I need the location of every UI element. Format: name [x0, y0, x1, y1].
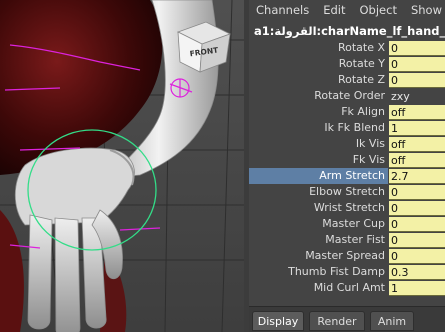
attribute-value-field[interactable]: 0	[389, 41, 445, 56]
viewport-scene[interactable]: FRONT	[0, 0, 244, 332]
attribute-row[interactable]: Rotate Z0	[249, 72, 445, 88]
attribute-value-field[interactable]: 0	[389, 201, 445, 216]
attribute-value-field[interactable]: off	[389, 105, 445, 120]
attribute-row[interactable]: Master Spread 0	[249, 248, 445, 264]
attribute-row[interactable]: Fk Align off	[249, 104, 445, 120]
channel-box-tabbar: Display Render Anim	[249, 306, 445, 332]
finger-1[interactable]	[27, 214, 53, 330]
menu-show[interactable]: Show	[404, 0, 445, 20]
attribute-label[interactable]: Arm Stretch	[249, 168, 388, 184]
menu-channels[interactable]: Channels	[249, 0, 316, 20]
attribute-label[interactable]: Ik Fk Blend	[249, 120, 388, 136]
attribute-label[interactable]: Rotate Z	[249, 72, 388, 88]
channel-box-menubar: Channels Edit Object Show	[249, 0, 445, 20]
attribute-label[interactable]: Rotate Y	[249, 56, 388, 72]
attribute-label[interactable]: Elbow Stretch	[249, 184, 388, 200]
attribute-row[interactable]: Arm Stretch 2.7	[249, 168, 445, 184]
attribute-row[interactable]: Fk Vis off	[249, 152, 445, 168]
attribute-label[interactable]: Master Cup	[249, 216, 388, 232]
attribute-label[interactable]: Rotate X	[249, 40, 388, 56]
attribute-value-field[interactable]: off	[389, 153, 445, 168]
selected-object-name[interactable]: a1:القرولة:charName_lf_hand_ctrl	[249, 23, 445, 40]
attribute-value-field[interactable]: zxy	[389, 89, 445, 104]
attribute-value-field[interactable]: 0	[389, 57, 445, 72]
attribute-label[interactable]: Master Spread	[249, 248, 388, 264]
attribute-row[interactable]: Master Fist 0	[249, 232, 445, 248]
attribute-label[interactable]: Mid Curl Amt	[249, 280, 388, 296]
attribute-value-field[interactable]: 0.3	[389, 265, 445, 280]
attribute-row[interactable]: Elbow Stretch 0	[249, 184, 445, 200]
attribute-label[interactable]: Wrist Stretch	[249, 200, 388, 216]
tab-anim[interactable]: Anim	[370, 311, 414, 331]
attribute-label[interactable]: Fk Align	[249, 104, 388, 120]
3d-viewport[interactable]: FRONT	[0, 0, 244, 332]
tab-render[interactable]: Render	[309, 311, 365, 331]
attribute-label[interactable]: Master Fist	[249, 232, 388, 248]
attribute-row[interactable]: Master Cup 0	[249, 216, 445, 232]
attribute-value-field[interactable]: 1	[389, 121, 445, 136]
attribute-value-field[interactable]: 0	[389, 217, 445, 232]
attribute-value-field[interactable]: 1	[389, 281, 445, 296]
menu-edit[interactable]: Edit	[316, 0, 352, 20]
channel-box: Channels Edit Object Show a1:القرولة:cha…	[249, 0, 445, 332]
attribute-row[interactable]: Rotate Order zxy	[249, 88, 445, 104]
attribute-value-field[interactable]: 0	[389, 233, 445, 248]
attribute-value-field[interactable]: 2.7	[389, 169, 445, 184]
attribute-value-field[interactable]: 0	[389, 73, 445, 88]
attribute-label[interactable]: Rotate Order	[249, 88, 388, 104]
tab-display[interactable]: Display	[252, 311, 304, 331]
menu-object[interactable]: Object	[353, 0, 404, 20]
attribute-row[interactable]: Rotate Y0	[249, 56, 445, 72]
attribute-row[interactable]: Mid Curl Amt 1	[249, 280, 445, 296]
attribute-list: Rotate X 0 Rotate Y 0 Rotate Z 0 Rotate Order z…	[249, 40, 445, 296]
attribute-label[interactable]: Ik Vis	[249, 136, 388, 152]
finger-2[interactable]	[54, 217, 81, 332]
attribute-label[interactable]: Thumb Fist Damp	[249, 264, 388, 280]
attribute-row[interactable]: Wrist Stretch 0	[249, 200, 445, 216]
attribute-value-field[interactable]: 0	[389, 185, 445, 200]
attribute-label[interactable]: Fk Vis	[249, 152, 388, 168]
attribute-row[interactable]: Rotate X0	[249, 40, 445, 56]
attribute-value-field[interactable]: off	[389, 137, 445, 152]
attribute-row[interactable]: Ik Fk Blend 1	[249, 120, 445, 136]
attribute-value-field[interactable]: 0	[389, 249, 445, 264]
attribute-row[interactable]: Thumb Fist Damp 0.3	[249, 264, 445, 280]
attribute-row[interactable]: Ik Vis off	[249, 136, 445, 152]
